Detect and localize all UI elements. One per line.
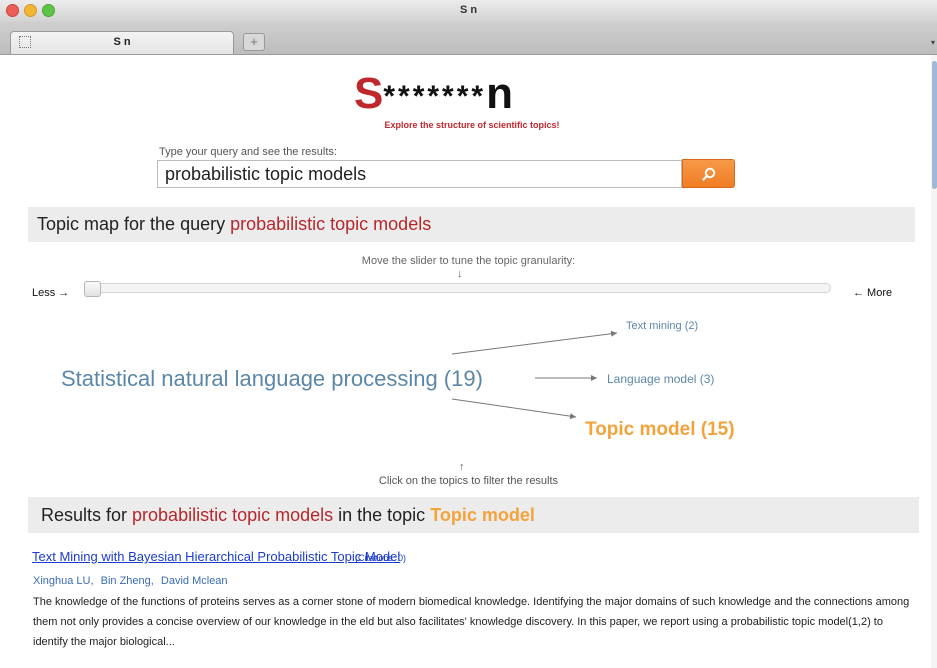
topic-node-language-model[interactable]: Language model (3) — [607, 372, 714, 386]
logo-letter-n: n — [486, 69, 513, 118]
granularity-slider-track[interactable] — [84, 283, 831, 293]
tab-title: S n — [113, 36, 131, 48]
logo-letter-s: S — [354, 69, 384, 118]
results-header: Results for probabilistic topic models i… — [28, 497, 919, 533]
topic-node-text-mining[interactable]: Text mining (2) — [626, 320, 698, 332]
topic-node-topic-model[interactable]: Topic model (15) — [585, 419, 735, 441]
granularity-slider-handle[interactable] — [84, 281, 101, 297]
result-authors: Xinghua LU, Bin Zheng, David Mclean — [33, 575, 228, 587]
slider-more-label: ← More — [853, 287, 893, 299]
search-button[interactable] — [682, 159, 735, 188]
results-query: probabilistic topic models — [132, 505, 334, 525]
slider-hint-arrow: ↓ — [457, 268, 463, 280]
tab-menu-icon[interactable]: ▾ — [931, 38, 935, 47]
site-logo[interactable]: S*******n — [354, 72, 513, 116]
slider-less-label: Less → — [32, 287, 70, 299]
topic-map-query: probabilistic topic models — [230, 214, 432, 234]
filter-hint: Click on the topics to filter the result… — [378, 475, 559, 487]
results-topic: Topic model — [430, 505, 535, 525]
topic-map-header: Topic map for the query probabilistic to… — [28, 207, 915, 242]
results-middle: in the topic — [333, 505, 431, 525]
window-title: S n — [459, 4, 478, 16]
search-label: Type your query and see the results: — [159, 146, 337, 158]
new-tab-button[interactable]: + — [243, 33, 265, 51]
result-citations[interactable]: (Citations: 0) — [355, 553, 406, 563]
edge-to-text-mining — [451, 330, 618, 355]
edge-to-topic-model — [451, 398, 577, 420]
author-link[interactable]: Bin Zheng — [101, 575, 151, 587]
topic-map-prefix: Topic map for the query — [37, 214, 231, 234]
site-tagline: Explore the structure of scientific topi… — [384, 120, 560, 130]
browser-tab[interactable]: S n — [10, 31, 234, 54]
logo-stars: ******* — [383, 80, 487, 113]
slider-hint: Move the slider to tune the topic granul… — [361, 255, 576, 267]
tab-bar: S n + ▾ — [0, 22, 937, 55]
topic-node-statistical-nlp[interactable]: Statistical natural language processing … — [61, 366, 483, 392]
author-link[interactable]: Xinghua LU — [33, 575, 91, 587]
result-abstract: The knowledge of the functions of protei… — [33, 596, 910, 648]
filter-hint-arrow: ↑ — [459, 461, 465, 473]
search-icon — [702, 167, 716, 181]
search-input[interactable] — [157, 160, 682, 188]
author-link[interactable]: David Mclean — [161, 575, 228, 587]
window-titlebar: S n — [0, 0, 937, 22]
scrollbar-thumb[interactable] — [932, 61, 937, 189]
results-prefix: Results for — [41, 505, 133, 525]
result-title-link[interactable]: Text Mining with Bayesian Hierarchical P… — [32, 549, 400, 564]
